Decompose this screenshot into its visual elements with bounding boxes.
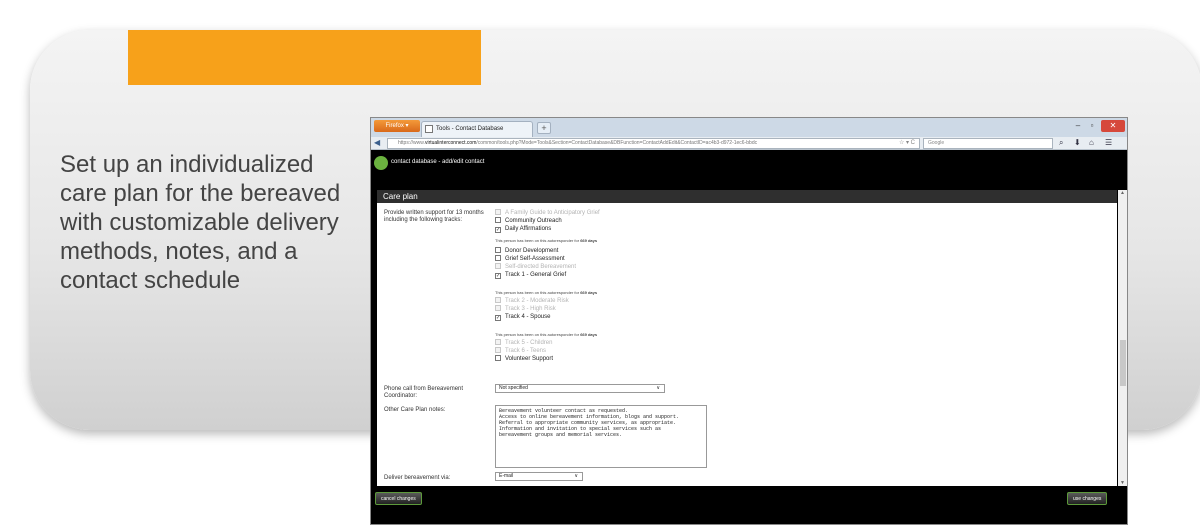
checkbox-icon: [495, 217, 501, 223]
track-label: Track 3 - High Risk: [505, 306, 556, 312]
track-label: Daily Affirmations: [505, 226, 552, 232]
deliver-via-label: Deliver bereavement via:: [384, 475, 451, 481]
url-path: /common/tools.php?Mode=Tools&Section=Con…: [476, 140, 758, 146]
track-checkbox: Self-directed Bereavement: [495, 263, 576, 271]
checkbox-icon: [495, 305, 501, 311]
track-label: Track 2 - Moderate Risk: [505, 298, 569, 304]
tab-bar: Firefox ▾ Tools - Contact Database + – ▫…: [371, 118, 1127, 137]
checkbox-icon: [495, 209, 501, 215]
checkbox-icon: [495, 297, 501, 303]
use-changes-button[interactable]: use changes: [1067, 492, 1108, 505]
checkbox-checked-icon: ✓: [495, 227, 501, 233]
track-checkbox[interactable]: ✓ Daily Affirmations: [495, 225, 551, 233]
download-icon[interactable]: ⬇: [1074, 137, 1081, 149]
deliver-via-select[interactable]: E-mail ∨: [495, 472, 583, 481]
checkbox-icon: [495, 339, 501, 345]
track-checkbox[interactable]: Grief Self-Assessment: [495, 255, 565, 263]
track-checkbox: Track 6 - Teens: [495, 347, 546, 355]
scroll-down-icon[interactable]: ▼: [1120, 480, 1125, 486]
phone-call-label: Phone call from Bereavement Coordinator:: [384, 386, 464, 399]
phone-call-value: Not specified: [499, 385, 528, 391]
checkbox-icon: [495, 247, 501, 253]
deliver-via-value: E-mail: [499, 473, 514, 479]
address-bar[interactable]: https://www.virtualinterconnect.com/comm…: [387, 138, 920, 149]
checkbox-checked-icon: ✓: [495, 315, 501, 321]
search-box[interactable]: Google: [923, 138, 1053, 149]
checkbox-icon: [495, 263, 501, 269]
checkbox-icon: [495, 255, 501, 261]
scroll-up-icon[interactable]: ▲: [1120, 190, 1125, 196]
track-checkbox[interactable]: Donor Development: [495, 247, 558, 255]
search-placeholder: Google: [928, 140, 945, 146]
search-icon[interactable]: ⌕: [1059, 137, 1063, 149]
track-label: Volunteer Support: [505, 356, 554, 362]
track-checkbox: A Family Guide to Anticipatory Grief: [495, 209, 600, 217]
autoresponder-note: This person has been on this autorespond…: [495, 290, 598, 295]
tab-title: Tools - Contact Database: [436, 126, 504, 132]
checkbox-icon: [495, 347, 501, 353]
track-checkbox: Track 5 - Children: [495, 339, 552, 347]
scrollbar-thumb[interactable]: [1120, 340, 1126, 386]
autoresponder-note: This person has been on this autorespond…: [495, 238, 598, 243]
track-label: Track 1 - General Grief: [505, 272, 567, 278]
track-label: Track 5 - Children: [505, 340, 553, 346]
navigation-bar: ◀ https://www.virtualinterconnect.com/co…: [371, 137, 1127, 150]
chevron-down-icon: ∨: [574, 473, 578, 479]
browser-window: Firefox ▾ Tools - Contact Database + – ▫…: [370, 117, 1128, 525]
menu-icon[interactable]: ☰: [1105, 137, 1112, 149]
logo-icon: [374, 156, 388, 170]
checkbox-checked-icon: ✓: [495, 273, 501, 279]
accent-bar: [128, 30, 481, 85]
url-domain: virtualinterconnect.com: [424, 140, 477, 146]
track-label: Track 6 - Teens: [505, 348, 547, 354]
scrollbar[interactable]: ▲ ▼: [1118, 190, 1127, 486]
chevron-down-icon: ∨: [656, 385, 660, 391]
autoresponder-note: This person has been on this autorespond…: [495, 332, 598, 337]
maximize-button[interactable]: ▫: [1085, 120, 1099, 132]
care-plan-panel: Care plan Provide written support for 13…: [377, 190, 1117, 486]
bookmark-star-icon[interactable]: ☆ ▾ C: [899, 139, 915, 148]
phone-call-select[interactable]: Not specified ∨: [495, 384, 665, 393]
close-window-button[interactable]: ✕: [1101, 120, 1125, 132]
track-label: Track 4 - Spouse: [505, 314, 551, 320]
checkbox-icon: [495, 355, 501, 361]
back-arrow-icon[interactable]: ◀: [374, 138, 384, 148]
track-checkbox[interactable]: ✓ Track 1 - General Grief: [495, 271, 566, 279]
cancel-changes-button[interactable]: cancel changes: [375, 492, 422, 505]
firefox-menu-button[interactable]: Firefox ▾: [374, 120, 420, 132]
track-label: Self-directed Bereavement: [505, 264, 577, 270]
track-checkbox[interactable]: Volunteer Support: [495, 355, 553, 363]
home-icon[interactable]: ⌂: [1089, 137, 1094, 149]
track-label: Grief Self-Assessment: [505, 256, 565, 262]
url-prefix: https://www.: [398, 140, 425, 146]
app-title: contact database - add/edit contact: [391, 159, 485, 165]
page-icon: [425, 125, 433, 133]
new-tab-button[interactable]: +: [537, 122, 551, 134]
track-label: Community Outreach: [505, 218, 562, 224]
track-checkbox: Track 3 - High Risk: [495, 305, 556, 313]
notes-label: Other Care Plan notes:: [384, 407, 446, 413]
tracks-label: Provide written support for 13 months in…: [384, 210, 484, 223]
minimize-button[interactable]: –: [1071, 120, 1085, 132]
section-header: Care plan: [377, 190, 1117, 203]
care-plan-notes-textarea[interactable]: Bereavement volunteer contact as request…: [495, 405, 707, 468]
track-checkbox[interactable]: Community Outreach: [495, 217, 562, 225]
track-checkbox: Track 2 - Moderate Risk: [495, 297, 569, 305]
track-checkbox[interactable]: ✓ Track 4 - Spouse: [495, 313, 550, 321]
tab-contact-database[interactable]: Tools - Contact Database: [421, 121, 533, 137]
track-label: A Family Guide to Anticipatory Grief: [505, 210, 600, 216]
slide-description: Set up an individualized care plan for t…: [60, 151, 341, 294]
track-label: Donor Development: [505, 248, 559, 254]
app-header: contact database - add/edit contact: [371, 151, 1127, 189]
